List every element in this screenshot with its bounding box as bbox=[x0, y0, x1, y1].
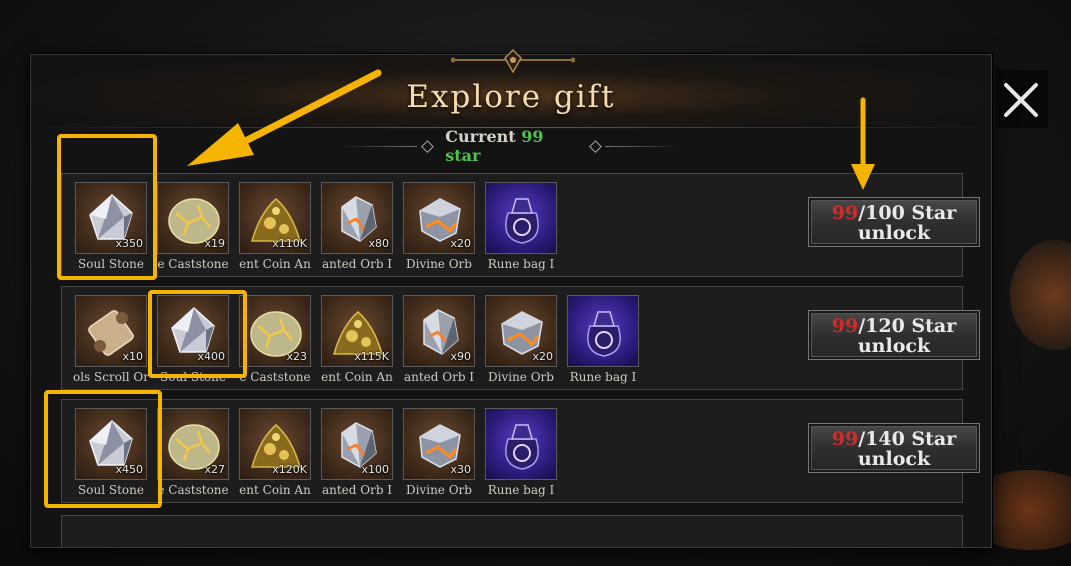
current-star-text: Current 99 star bbox=[445, 127, 576, 165]
item-name: Rune bag I bbox=[487, 257, 555, 271]
item-name: Rune bag I bbox=[569, 370, 637, 384]
diamond-ornament-icon bbox=[420, 139, 434, 153]
item-quantity: x115K bbox=[354, 350, 389, 363]
close-button[interactable] bbox=[996, 70, 1048, 128]
star-progress-current: 99 bbox=[831, 202, 859, 224]
item-name: e Caststone bbox=[157, 483, 229, 497]
star-progress: 99/140 Star bbox=[809, 429, 979, 449]
item-name: Divine Orb bbox=[406, 483, 472, 497]
item-quantity: x80 bbox=[368, 237, 389, 250]
item-quantity: x23 bbox=[286, 350, 307, 363]
reward-item[interactable]: x80 anted Orb I bbox=[321, 182, 393, 276]
reward-item[interactable]: Rune bag I bbox=[567, 295, 639, 389]
item-tile: x115K bbox=[321, 295, 393, 367]
item-quantity: x120K bbox=[272, 463, 307, 476]
item-name: anted Orb I bbox=[321, 257, 393, 271]
item-name: anted Orb I bbox=[403, 370, 475, 384]
reward-row: x450 Soul Stone x27 e Caststone x120K ent C… bbox=[61, 399, 980, 503]
item-tile: x20 bbox=[403, 182, 475, 254]
star-progress: 99/120 Star bbox=[809, 316, 979, 336]
item-quantity: x10 bbox=[122, 350, 143, 363]
ornament-icon bbox=[451, 48, 575, 74]
item-tile: x20 bbox=[485, 295, 557, 367]
item-tile: x90 bbox=[403, 295, 475, 367]
highlight-box bbox=[44, 390, 162, 508]
reward-row: x350 Soul Stone x19 e Caststone x110K ent C… bbox=[61, 173, 980, 277]
reward-item[interactable]: x19 e Caststone bbox=[157, 182, 229, 276]
reward-item[interactable]: x20 Divine Orb bbox=[485, 295, 557, 389]
star-progress-current: 99 bbox=[831, 428, 859, 450]
item-name: Divine Orb bbox=[488, 370, 554, 384]
background-glow bbox=[1010, 240, 1071, 350]
reward-item[interactable]: x90 anted Orb I bbox=[403, 295, 475, 389]
item-name: ent Coin An bbox=[239, 483, 311, 497]
unlock-button[interactable]: 99/100 Star unlock bbox=[808, 197, 980, 247]
star-progress-required: /120 Star bbox=[858, 315, 957, 337]
reward-item[interactable]: x120K ent Coin An bbox=[239, 408, 311, 502]
item-name: ent Coin An bbox=[239, 257, 311, 271]
reward-item[interactable]: x110K ent Coin An bbox=[239, 182, 311, 276]
item-tile: x30 bbox=[403, 408, 475, 480]
item-name: Divine Orb bbox=[406, 257, 472, 271]
divider-left bbox=[341, 145, 417, 147]
item-tile bbox=[485, 182, 557, 254]
item-quantity: x19 bbox=[204, 237, 225, 250]
current-star-row: Current 99 star bbox=[341, 127, 681, 165]
reward-item[interactable]: x27 e Caststone bbox=[157, 408, 229, 502]
item-name: ols Scroll Or bbox=[72, 370, 149, 384]
item-name: anted Orb I bbox=[321, 483, 393, 497]
unlock-label: unlock bbox=[857, 448, 931, 470]
item-name: Rune bag I bbox=[487, 483, 555, 497]
star-progress: 99/100 Star bbox=[809, 203, 979, 223]
reward-item[interactable]: x100 anted Orb I bbox=[321, 408, 393, 502]
item-quantity: x100 bbox=[361, 463, 389, 476]
item-tile: x10 bbox=[75, 295, 147, 367]
close-icon bbox=[1004, 83, 1038, 117]
item-tile bbox=[485, 408, 557, 480]
item-quantity: x30 bbox=[450, 463, 471, 476]
reward-item[interactable]: x30 Divine Orb bbox=[403, 408, 475, 502]
reward-item[interactable]: Rune bag I bbox=[485, 182, 557, 276]
item-tile: x27 bbox=[157, 408, 229, 480]
item-name: e Caststone bbox=[157, 257, 229, 271]
item-tile: x80 bbox=[321, 182, 393, 254]
highlight-box bbox=[57, 134, 157, 280]
reward-item[interactable]: Rune bag I bbox=[485, 408, 557, 502]
highlight-box bbox=[148, 290, 247, 378]
diamond-ornament-icon bbox=[588, 139, 602, 153]
item-tile: x100 bbox=[321, 408, 393, 480]
dialog-title: Explore gift bbox=[406, 79, 616, 115]
item-tile: x19 bbox=[157, 182, 229, 254]
item-quantity: x20 bbox=[532, 350, 553, 363]
item-quantity: x20 bbox=[450, 237, 471, 250]
unlock-button[interactable]: 99/120 Star unlock bbox=[808, 310, 980, 360]
item-tile: x120K bbox=[239, 408, 311, 480]
reward-item[interactable]: x20 Divine Orb bbox=[403, 182, 475, 276]
unlock-button[interactable]: 99/140 Star unlock bbox=[808, 423, 980, 473]
item-quantity: x90 bbox=[450, 350, 471, 363]
unlock-label: unlock bbox=[857, 222, 931, 244]
reward-item[interactable]: x23 e Caststone bbox=[239, 295, 311, 389]
item-name: ent Coin An bbox=[321, 370, 393, 384]
star-progress-current: 99 bbox=[831, 315, 859, 337]
divider-right bbox=[605, 145, 681, 147]
star-progress-required: /100 Star bbox=[858, 202, 957, 224]
item-tile bbox=[567, 295, 639, 367]
reward-row-partial bbox=[61, 515, 963, 547]
unlock-label: unlock bbox=[857, 335, 931, 357]
star-progress-required: /140 Star bbox=[858, 428, 957, 450]
reward-item[interactable]: x10 ols Scroll Or bbox=[73, 295, 149, 389]
item-quantity: x27 bbox=[204, 463, 225, 476]
item-quantity: x110K bbox=[272, 237, 307, 250]
item-tile: x110K bbox=[239, 182, 311, 254]
current-label: Current bbox=[445, 127, 516, 146]
item-tile: x23 bbox=[239, 295, 311, 367]
reward-item[interactable]: x115K ent Coin An bbox=[321, 295, 393, 389]
